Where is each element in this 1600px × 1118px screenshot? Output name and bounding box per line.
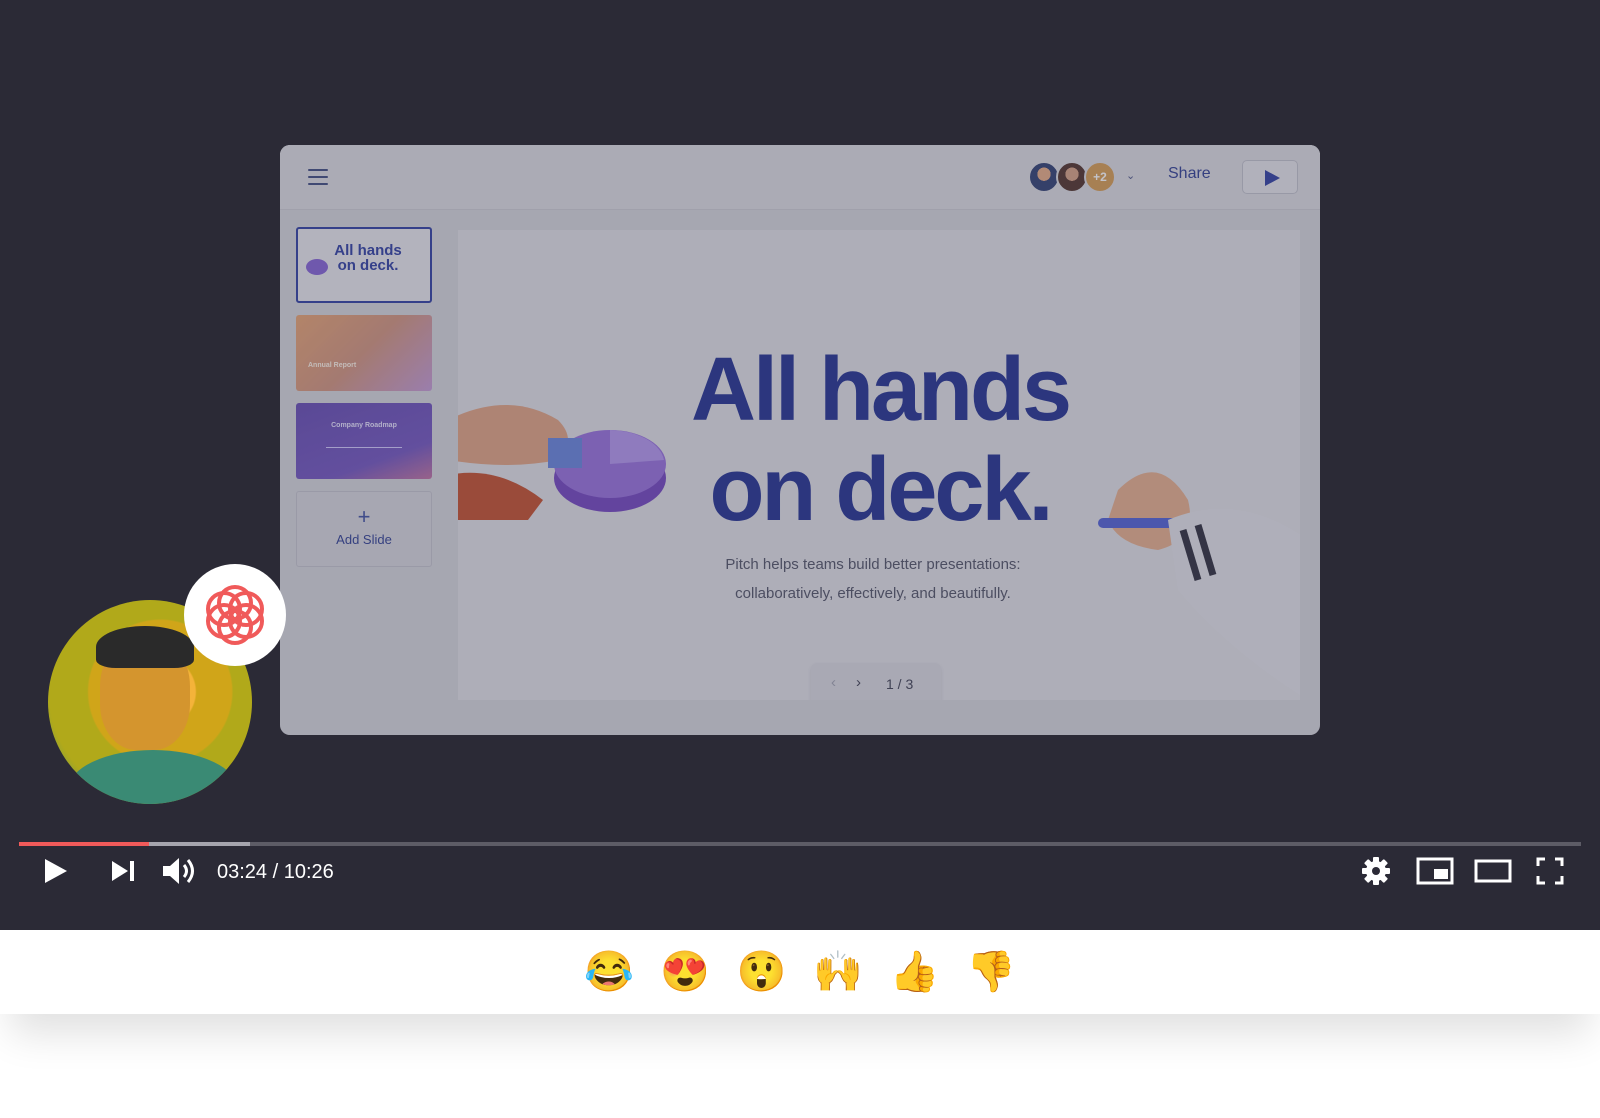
slide-canvas[interactable]: All hands on deck. Pitch helps teams bui… [458, 230, 1300, 700]
reaction-heart-eyes[interactable]: 😍 [649, 930, 721, 1014]
slide-thumbnail-2[interactable]: Annual Report [296, 315, 432, 391]
brand-logo-icon [206, 585, 264, 645]
chevron-down-icon[interactable]: ⌄ [1126, 169, 1135, 182]
slide-pager: ‹ › 1 / 3 [811, 663, 941, 700]
thumbnail-art [306, 259, 328, 275]
fullscreen-icon[interactable] [1535, 853, 1565, 889]
chevron-left-icon[interactable]: ‹ [831, 674, 836, 691]
slide-title: All hands on deck. [650, 340, 1110, 540]
theater-mode-icon[interactable] [1474, 853, 1512, 889]
played-bar [19, 842, 149, 846]
plus-icon: + [357, 504, 371, 529]
presenter-shirt [68, 750, 238, 804]
hamburger-menu-icon[interactable] [308, 169, 328, 185]
brand-logo-badge [184, 564, 286, 666]
slide-thumbnails: All hands on deck. Annual Report Company… [296, 227, 436, 567]
thumbnail-title: Company Roadmap [331, 422, 397, 429]
roadmap-timeline [326, 447, 402, 448]
play-icon[interactable] [40, 853, 70, 889]
app-topbar: +2 ⌄ Share [280, 145, 1320, 210]
volume-icon[interactable] [160, 853, 200, 889]
gear-icon[interactable] [1360, 853, 1392, 889]
next-icon[interactable] [108, 853, 138, 889]
time-display: 03:24 / 10:26 [217, 861, 334, 883]
video-player[interactable]: +2 ⌄ Share All hands on deck. Annual Rep… [0, 0, 1600, 930]
chevron-right-icon[interactable]: › [856, 674, 861, 691]
slide-thumbnail-1[interactable]: All hands on deck. [296, 227, 432, 303]
share-button[interactable]: Share [1168, 165, 1211, 183]
slide-subtitle: Pitch helps teams build better presentat… [688, 550, 1058, 608]
reaction-bar: 😂 😍 😲 🙌 👍 👎 [0, 930, 1600, 1014]
slide-title-line: All hands [690, 340, 1072, 440]
reaction-raising-hands[interactable]: 🙌 [802, 930, 874, 1014]
presenter-hair [96, 626, 194, 668]
slide-title-line: on deck. [709, 440, 1053, 540]
hand-right-illustration [1098, 472, 1300, 695]
progress-bar[interactable] [19, 842, 1581, 846]
thumbnail-title: All hands on deck. [334, 242, 402, 274]
more-collaborators-badge: +2 [1084, 161, 1116, 193]
slide-subtitle-line: collaboratively, effectively, and beauti… [735, 585, 1011, 602]
present-button[interactable] [1242, 160, 1298, 194]
reaction-astonished[interactable]: 😲 [726, 930, 798, 1014]
pitch-app-window: +2 ⌄ Share All hands on deck. Annual Rep… [280, 145, 1320, 735]
add-slide-button[interactable]: + Add Slide [296, 491, 432, 567]
reaction-thumbs-up[interactable]: 👍 [879, 930, 951, 1014]
reaction-thumbs-down[interactable]: 👎 [955, 930, 1027, 1014]
slide-thumbnail-3[interactable]: Company Roadmap [296, 403, 432, 479]
slide-subtitle-line: Pitch helps teams build better presentat… [725, 556, 1021, 573]
thumbnail-title: Annual Report [308, 362, 357, 369]
reaction-laughing[interactable]: 😂 [573, 930, 645, 1014]
page-indicator: 1 / 3 [886, 676, 914, 692]
add-slide-label: Add Slide [336, 532, 392, 547]
miniplayer-icon[interactable] [1416, 853, 1454, 889]
